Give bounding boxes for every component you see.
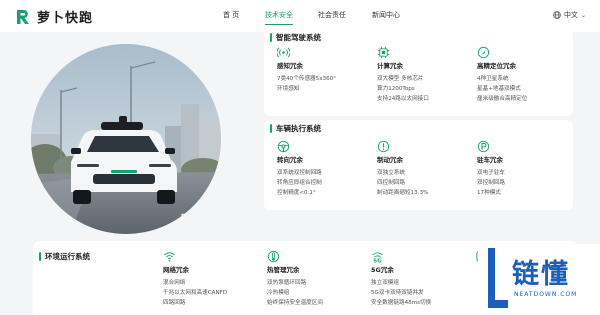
feature-steering-redundancy: 转向冗余 双系统双控制回路 转角应即组合控制 控制精度<0.1° [277, 140, 372, 198]
nav-item-tech-safety[interactable]: 技术安全 [265, 10, 293, 25]
feature-title: 5G冗余 [371, 266, 394, 274]
feature-title: 转向冗余 [277, 156, 303, 164]
wifi-icon [164, 252, 175, 262]
feature-detail: 千兆以太网和高速CANFD [163, 290, 228, 296]
section-vehicle-execution: 车辆执行系统 转向冗余 双系统双控制回路 转角应即组合控制 控制精度<0.1° … [264, 120, 573, 210]
feature-detail: 环境感知 [277, 86, 300, 92]
section-accent-bar [270, 33, 272, 42]
feature-perception-redundancy: 感知冗余 7类40个传感器5x360° 环境感知 [277, 46, 372, 94]
language-selector[interactable]: 中文 ⌄ [553, 10, 586, 20]
section-title: 车辆执行系统 [276, 124, 321, 133]
section-title: 智能驾驶系统 [276, 33, 321, 42]
site-watermark: 链懂 NEATDOWN.COM [478, 244, 600, 315]
feature-5g-redundancy: 5G 5G冗余 独立双模组 5G双卡双待双链并发 安全数据链路48ms切换 [371, 250, 466, 308]
feature-title: 制动冗余 [377, 156, 403, 164]
feature-title: 驻车冗余 [477, 156, 503, 164]
language-label: 中文 [563, 11, 578, 19]
feature-detail: 始终保持安全温度区间 [267, 300, 323, 306]
feature-detail: 17种模式 [477, 190, 501, 196]
feature-parking-redundancy: 驻车冗余 双电子驻车 双控制回路 17种模式 [477, 140, 572, 198]
section-header: 车辆执行系统 [270, 123, 321, 134]
watermark-logo-icon [488, 248, 508, 308]
top-navigation-bar: 萝卜快跑 首 页 技术安全 社会责任 新闻中心 中文 ⌄ [0, 0, 600, 32]
feature-detail: 冷热模组 [267, 290, 290, 296]
robotaxi-photo [31, 44, 221, 234]
feature-detail: 双大模型 多核芯片 [377, 76, 424, 82]
feature-detail: 独立双模组 [371, 280, 399, 286]
nav-item-home[interactable]: 首 页 [223, 10, 239, 20]
feature-detail: 星基+地基双模式 [477, 86, 521, 92]
section-accent-bar [39, 252, 41, 261]
feature-detail: 4种卫星系统 [477, 76, 509, 82]
feature-detail: 厘米级融合高精定位 [477, 96, 528, 102]
feature-detail: 四路回路 [163, 300, 186, 306]
section-title: 环境运行系统 [45, 252, 90, 261]
feature-detail: 制动距离缩短13.3% [377, 190, 429, 196]
feature-title: 计算冗余 [377, 62, 403, 70]
location-icon [477, 46, 490, 59]
feature-computing-redundancy: 计算冗余 双大模型 多核芯片 算力1200Tops 支持24路以太网接口 [377, 46, 472, 104]
feature-braking-redundancy: 制动冗余 双独立系统 四控制回路 制动距离缩短13.3% [377, 140, 472, 198]
brake-warning-icon [377, 140, 390, 153]
feature-thermal-redundancy: 热管理冗余 双热泵循环回路 冷热模组 始终保持安全温度区间 [267, 250, 362, 308]
section-header: 智能驾驶系统 [270, 32, 321, 43]
feature-detail: 支持24路以太网接口 [377, 96, 429, 102]
feature-detail: 7类40个传感器5x360° [277, 76, 336, 82]
feature-detail: 四控制回路 [377, 180, 405, 186]
feature-network-redundancy: 网络冗余 混合网络 千兆以太网和高速CANFD 四路回路 [163, 250, 258, 308]
section-header: 环境运行系统 [39, 251, 90, 262]
chevron-down-icon: ⌄ [580, 11, 586, 19]
feature-detail: 双控制回路 [477, 180, 505, 186]
feature-detail: 5G双卡双待双链并发 [371, 290, 424, 296]
feature-detail: 双独立系统 [377, 170, 405, 176]
nav-item-news-center[interactable]: 新闻中心 [372, 10, 400, 20]
feature-detail: 双系统双控制回路 [277, 170, 322, 176]
feature-detail: 双电子驻车 [477, 170, 505, 176]
chip-icon [377, 46, 390, 59]
feature-detail: 安全数据链路48ms切换 [371, 300, 432, 306]
feature-title: 热管理冗余 [267, 266, 300, 274]
feature-detail: 算力1200Tops [377, 86, 415, 92]
feature-detail: 双热泵循环回路 [267, 280, 307, 286]
parking-icon [477, 140, 490, 153]
active-tab-underline [265, 23, 293, 25]
thermal-icon [267, 250, 280, 263]
watermark-subtitle: NEATDOWN.COM [514, 291, 578, 298]
feature-title: 高精定位冗余 [477, 62, 516, 70]
feature-positioning-redundancy: 高精定位冗余 4种卫星系统 星基+地基双模式 厘米级融合高精定位 [477, 46, 572, 104]
nav-item-tech-safety-label: 技术安全 [265, 11, 293, 19]
section-accent-bar [270, 124, 272, 133]
feature-title: 感知冗余 [277, 62, 303, 70]
steering-icon [277, 140, 290, 153]
nav-item-social-responsibility[interactable]: 社会责任 [318, 10, 346, 20]
main-nav: 首 页 技术安全 社会责任 新闻中心 [0, 10, 600, 26]
watermark-title: 链懂 [512, 259, 570, 290]
section-intelligent-driving: 智能驾驶系统 感知冗余 7类40个传感器5x360° 环境感知 计算冗余 双大模… [264, 29, 573, 116]
feature-title: 网络冗余 [163, 266, 189, 274]
svg-text:5G: 5G [373, 258, 382, 263]
feature-detail: 控制精度<0.1° [277, 190, 316, 196]
signal-icon [277, 47, 290, 58]
robotaxi-illustration [31, 44, 221, 234]
globe-icon [553, 11, 561, 19]
feature-detail: 转角应即组合控制 [277, 180, 322, 186]
feature-detail: 混合网络 [163, 280, 186, 286]
5g-icon: 5G [372, 252, 383, 263]
